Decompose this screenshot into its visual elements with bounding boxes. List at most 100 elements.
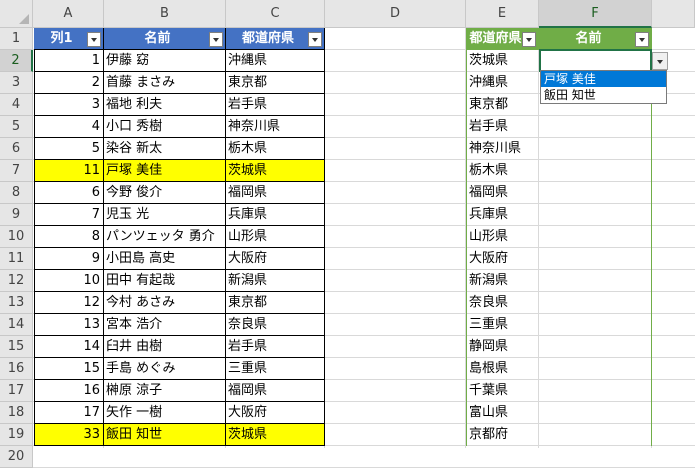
row-header-8[interactable]: 8	[0, 182, 33, 204]
table2-cell-prefecture[interactable]: 千葉県	[466, 380, 539, 402]
table1-cell-number[interactable]: 16	[34, 380, 104, 402]
table1-cell-number[interactable]: 1	[34, 50, 104, 72]
table1-cell-prefecture[interactable]: 沖縄県	[226, 50, 325, 72]
table2-cell-name[interactable]	[539, 160, 652, 182]
row-header-5[interactable]: 5	[0, 116, 33, 138]
table1-cell-name[interactable]: 榊原 涼子	[104, 380, 226, 402]
table2-cell-name[interactable]	[539, 358, 652, 380]
table1-cell-number[interactable]: 8	[34, 226, 104, 248]
table1-cell-prefecture[interactable]: 大阪府	[226, 402, 325, 424]
table1-cell-prefecture[interactable]: 栃木県	[226, 138, 325, 160]
table2-cell-prefecture[interactable]: 富山県	[466, 402, 539, 424]
filter-dropdown-icon[interactable]	[209, 32, 223, 47]
column-header-d[interactable]: D	[325, 0, 466, 28]
dropdown-option[interactable]: 飯田 知世	[541, 87, 666, 103]
filter-dropdown-icon[interactable]	[522, 32, 536, 47]
table2-cell-name[interactable]	[539, 204, 652, 226]
row-header-9[interactable]: 9	[0, 204, 33, 226]
column-header-a[interactable]: A	[33, 0, 104, 28]
table1-cell-number[interactable]: 14	[34, 336, 104, 358]
table2-cell-prefecture[interactable]: 沖縄県	[466, 72, 539, 94]
table1-cell-name[interactable]: 矢作 一樹	[104, 402, 226, 424]
table1-cell-name[interactable]: 飯田 知世	[104, 424, 226, 446]
row-header-16[interactable]: 16	[0, 358, 33, 380]
table2-cell-name[interactable]	[539, 402, 652, 424]
table1-cell-prefecture[interactable]: 新潟県	[226, 270, 325, 292]
table2-cell-name[interactable]	[539, 138, 652, 160]
table1-cell-number[interactable]: 11	[34, 160, 104, 182]
table1-cell-name[interactable]: 田中 有起哉	[104, 270, 226, 292]
table2-cell-prefecture[interactable]: 京都府	[466, 424, 539, 446]
column-header-b[interactable]: B	[104, 0, 226, 28]
filter-dropdown-icon[interactable]	[308, 32, 322, 47]
table2-cell-prefecture[interactable]: 栃木県	[466, 160, 539, 182]
table2-cell-name[interactable]	[539, 226, 652, 248]
table2-cell-prefecture[interactable]: 大阪府	[466, 248, 539, 270]
table2-cell-prefecture[interactable]: 山形県	[466, 226, 539, 248]
table1-cell-number[interactable]: 9	[34, 248, 104, 270]
table1-cell-prefecture[interactable]: 東京都	[226, 292, 325, 314]
table2-cell-name[interactable]	[539, 116, 652, 138]
table1-cell-number[interactable]: 3	[34, 94, 104, 116]
row-header-13[interactable]: 13	[0, 292, 33, 314]
table1-cell-name[interactable]: 福地 利夫	[104, 94, 226, 116]
table1-cell-name[interactable]: 今村 あさみ	[104, 292, 226, 314]
row-header-4[interactable]: 4	[0, 94, 33, 116]
table1-cell-prefecture[interactable]: 東京都	[226, 72, 325, 94]
row-header-15[interactable]: 15	[0, 336, 33, 358]
table2-cell-prefecture[interactable]: 奈良県	[466, 292, 539, 314]
row-header-17[interactable]: 17	[0, 380, 33, 402]
table1-cell-number[interactable]: 2	[34, 72, 104, 94]
filter-dropdown-icon[interactable]	[635, 32, 649, 47]
table1-cell-prefecture[interactable]: 奈良県	[226, 314, 325, 336]
table1-cell-name[interactable]: 臼井 由樹	[104, 336, 226, 358]
row-header-19[interactable]: 19	[0, 424, 33, 446]
table1-cell-name[interactable]: 戸塚 美佳	[104, 160, 226, 182]
table1-cell-number[interactable]: 5	[34, 138, 104, 160]
table1-cell-name[interactable]: 手島 めぐみ	[104, 358, 226, 380]
row-header-2[interactable]: 2	[0, 50, 33, 72]
table1-cell-prefecture[interactable]: 岩手県	[226, 94, 325, 116]
table1-cell-prefecture[interactable]: 大阪府	[226, 248, 325, 270]
table1-cell-number[interactable]: 33	[34, 424, 104, 446]
table1-cell-name[interactable]: 首藤 まさみ	[104, 72, 226, 94]
row-header-1[interactable]: 1	[0, 28, 33, 50]
table2-cell-name[interactable]	[539, 314, 652, 336]
table2-cell-name[interactable]	[539, 380, 652, 402]
select-all-button[interactable]	[0, 0, 33, 28]
filter-dropdown-icon[interactable]	[87, 32, 101, 47]
row-header-20[interactable]: 20	[0, 446, 33, 468]
table2-cell-prefecture[interactable]: 新潟県	[466, 270, 539, 292]
table1-cell-number[interactable]: 7	[34, 204, 104, 226]
table1-cell-name[interactable]: 染谷 新太	[104, 138, 226, 160]
table1-cell-name[interactable]: 小田島 高史	[104, 248, 226, 270]
table2-cell-prefecture[interactable]: 東京都	[466, 94, 539, 116]
table2-cell-name[interactable]	[539, 248, 652, 270]
table2-cell-name[interactable]	[539, 292, 652, 314]
row-header-6[interactable]: 6	[0, 138, 33, 160]
table1-cell-number[interactable]: 10	[34, 270, 104, 292]
table1-cell-prefecture[interactable]: 三重県	[226, 358, 325, 380]
dropdown-option[interactable]: 戸塚 美佳	[541, 71, 666, 87]
table1-cell-name[interactable]: 今野 俊介	[104, 182, 226, 204]
table2-cell-prefecture[interactable]: 三重県	[466, 314, 539, 336]
table1-cell-prefecture[interactable]: 福岡県	[226, 182, 325, 204]
table2-cell-prefecture[interactable]: 静岡県	[466, 336, 539, 358]
table2-cell-name[interactable]	[539, 336, 652, 358]
row-header-18[interactable]: 18	[0, 402, 33, 424]
table1-cell-prefecture[interactable]: 福岡県	[226, 380, 325, 402]
table1-cell-number[interactable]: 17	[34, 402, 104, 424]
table1-cell-number[interactable]: 4	[34, 116, 104, 138]
column-header-e[interactable]: E	[466, 0, 539, 28]
table1-cell-name[interactable]: パンツェッタ 勇介	[104, 226, 226, 248]
table1-cell-name[interactable]: 小口 秀樹	[104, 116, 226, 138]
table1-cell-name[interactable]: 伊藤 窈	[104, 50, 226, 72]
table2-cell-prefecture[interactable]: 茨城県	[466, 50, 539, 72]
table2-cell-prefecture[interactable]: 神奈川県	[466, 138, 539, 160]
table2-cell-prefecture[interactable]: 島根県	[466, 358, 539, 380]
row-header-10[interactable]: 10	[0, 226, 33, 248]
table1-cell-number[interactable]: 6	[34, 182, 104, 204]
table1-cell-number[interactable]: 15	[34, 358, 104, 380]
table2-cell-prefecture[interactable]: 兵庫県	[466, 204, 539, 226]
dropdown-arrow-icon[interactable]	[652, 52, 668, 70]
